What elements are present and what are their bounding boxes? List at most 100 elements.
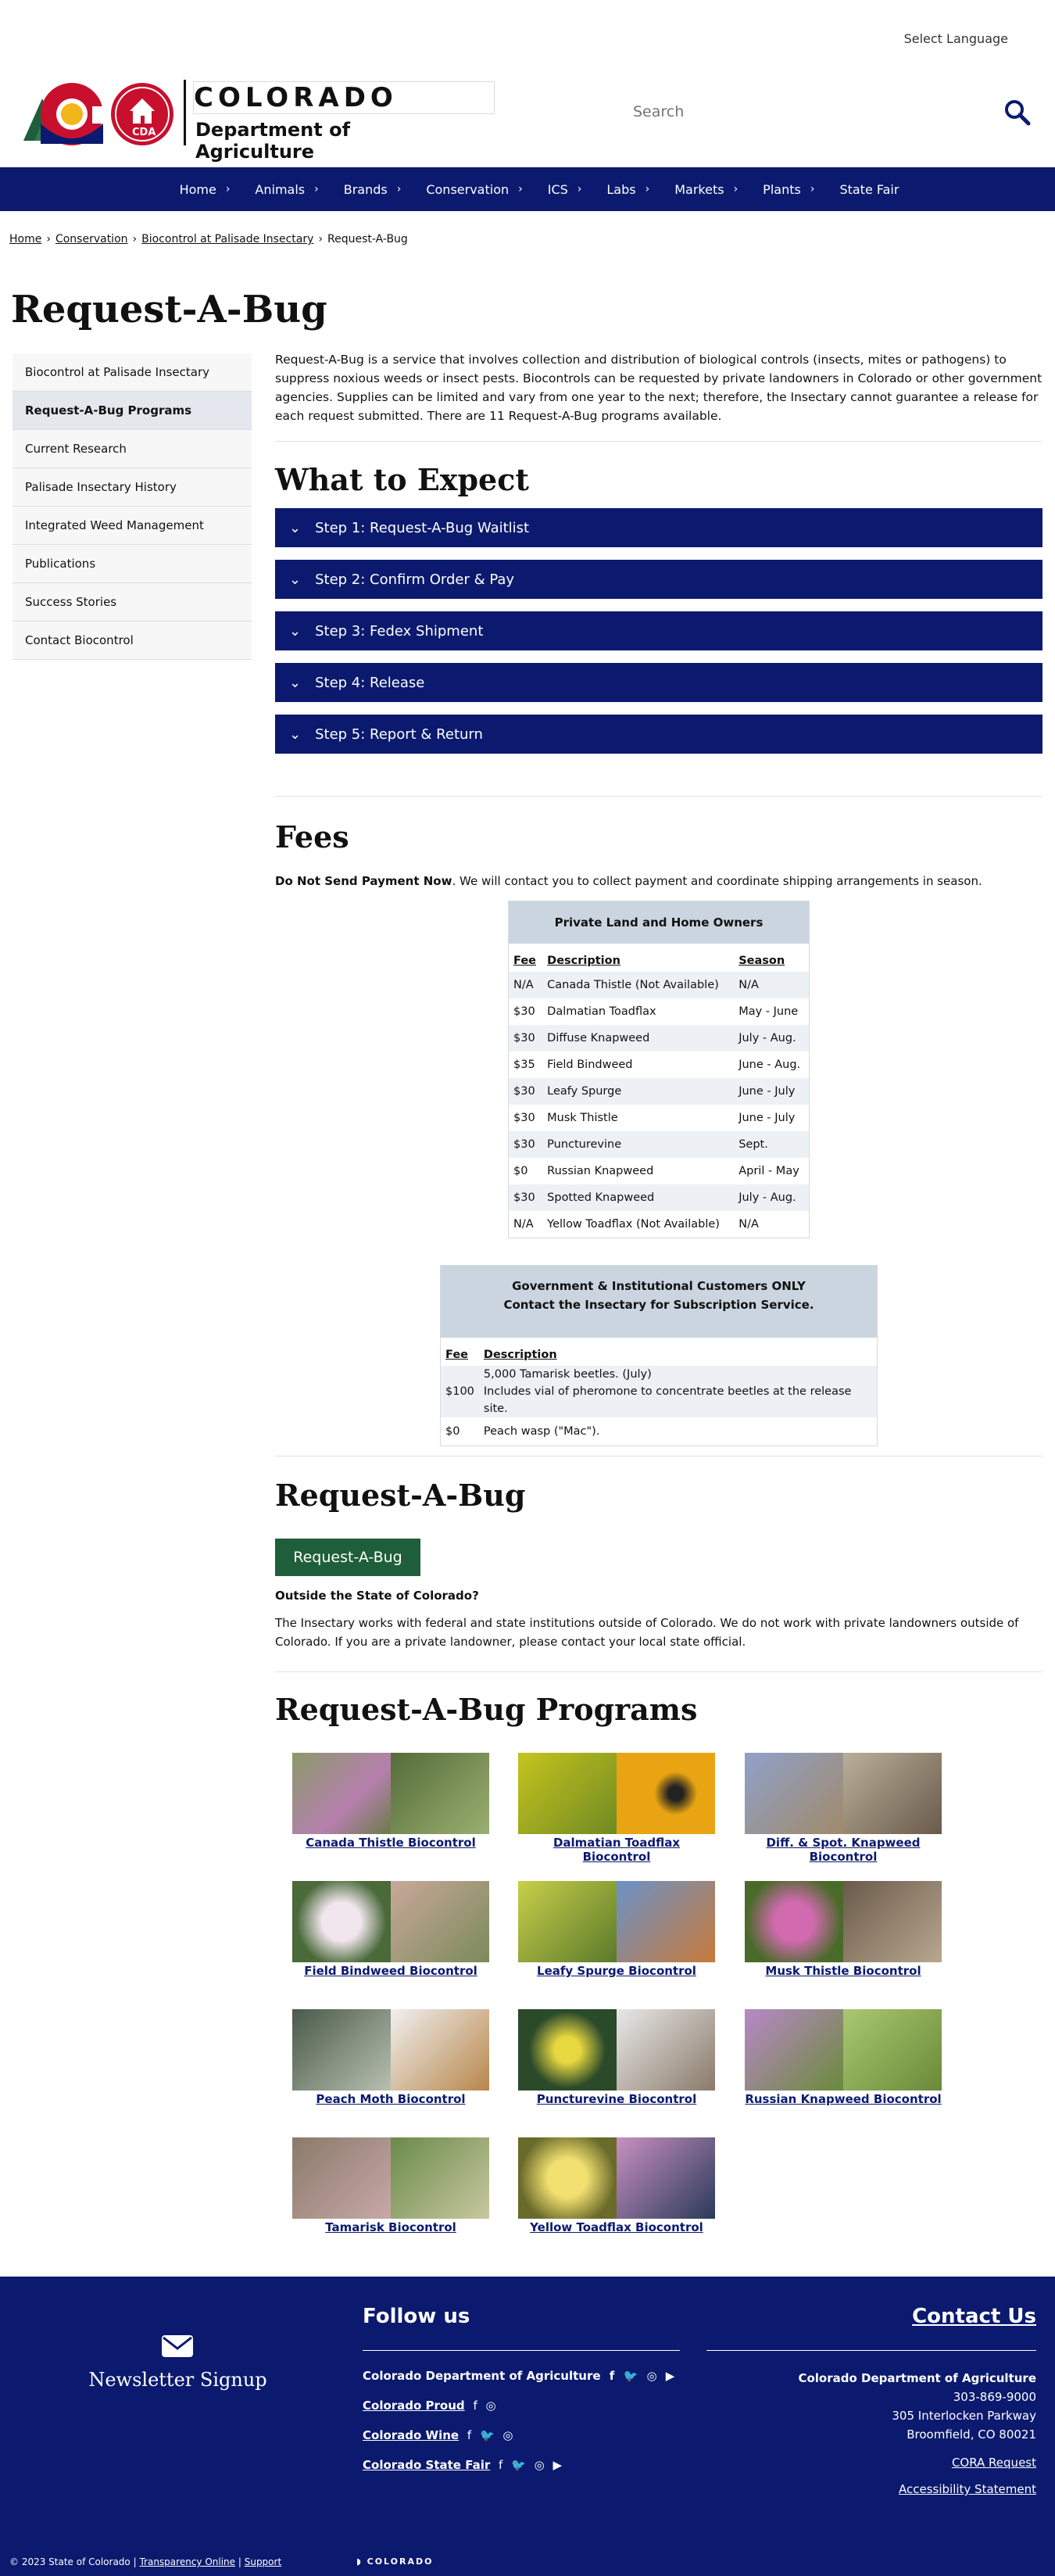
- breadcrumb-biocontrol[interactable]: Biocontrol at Palisade Insectary: [141, 233, 313, 245]
- accordion-step-1[interactable]: ⌄ Step 1: Request-A-Bug Waitlist: [275, 508, 1042, 547]
- instagram-icon[interactable]: ◎: [486, 2399, 496, 2413]
- breadcrumb-conservation[interactable]: Conservation: [55, 233, 128, 245]
- nav-state-fair[interactable]: State Fair: [839, 182, 899, 197]
- youtube-icon[interactable]: ▶: [553, 2458, 562, 2472]
- program-link[interactable]: Diff. & Spot. Knapweed Biocontrol: [745, 1836, 942, 1864]
- table-row: $30 Puncturevine Sept.: [509, 1131, 809, 1158]
- accessibility-link[interactable]: Accessibility Statement: [798, 2480, 1036, 2499]
- program-card[interactable]: Leafy Spurge Biocontrol: [518, 1881, 715, 1978]
- nav-label: State Fair: [839, 181, 899, 197]
- accordion-step-4[interactable]: ⌄ Step 4: Release: [275, 663, 1042, 702]
- cora-link[interactable]: CORA Request: [798, 2453, 1036, 2472]
- program-link[interactable]: Puncturevine Biocontrol: [518, 2092, 715, 2106]
- program-card[interactable]: Peach Moth Biocontrol: [292, 2009, 489, 2106]
- sidebar-item-success[interactable]: Success Stories: [13, 583, 252, 622]
- social-link[interactable]: Colorado Proud: [363, 2399, 465, 2413]
- table-row: $35 Field Bindweed June - Aug.: [509, 1052, 809, 1078]
- table-cell: N/A: [738, 1218, 759, 1231]
- program-card[interactable]: Diff. & Spot. Knapweed Biocontrol: [745, 1753, 942, 1864]
- contact-us-link[interactable]: Contact Us: [912, 2305, 1036, 2328]
- program-card[interactable]: Yellow Toadflax Biocontrol: [518, 2137, 715, 2234]
- sidebar-item-biocontrol[interactable]: Biocontrol at Palisade Insectary: [13, 353, 252, 392]
- sidebar-item-research[interactable]: Current Research: [13, 430, 252, 468]
- sidebar-item-weed-management[interactable]: Integrated Weed Management: [13, 507, 252, 545]
- program-card[interactable]: Tamarisk Biocontrol: [292, 2137, 489, 2234]
- program-card[interactable]: Musk Thistle Biocontrol: [745, 1881, 942, 1978]
- sidebar-item-contact[interactable]: Contact Biocontrol: [13, 622, 252, 660]
- nav-ics[interactable]: ICS ›: [548, 182, 582, 197]
- program-image: [292, 1753, 489, 1834]
- accordion-step-5[interactable]: ⌄ Step 5: Report & Return: [275, 715, 1042, 754]
- accordion-step-2[interactable]: ⌄ Step 2: Confirm Order & Pay: [275, 560, 1042, 599]
- program-link[interactable]: Yellow Toadflax Biocontrol: [518, 2220, 715, 2234]
- nav-conservation[interactable]: Conservation ›: [426, 182, 522, 197]
- envelope-icon[interactable]: [161, 2333, 194, 2359]
- program-link[interactable]: Russian Knapweed Biocontrol: [745, 2092, 942, 2106]
- instagram-icon[interactable]: ◎: [502, 2428, 513, 2442]
- program-card[interactable]: Field Bindweed Biocontrol: [292, 1881, 489, 1978]
- instagram-icon[interactable]: ◎: [646, 2369, 656, 2383]
- program-link[interactable]: Canada Thistle Biocontrol: [292, 1836, 489, 1850]
- table-cell-line: Includes vial of pheromone to concentrat…: [483, 1385, 852, 1415]
- twitter-icon[interactable]: 🐦: [624, 2369, 638, 2383]
- program-image: [518, 2137, 715, 2219]
- table-cell: July - Aug.: [734, 1184, 809, 1211]
- program-link[interactable]: Peach Moth Biocontrol: [292, 2092, 489, 2106]
- facebook-icon[interactable]: f: [610, 2369, 615, 2383]
- social-row-proud: Colorado Proud f ◎: [363, 2399, 496, 2413]
- program-card[interactable]: Dalmatian Toadflax Biocontrol: [518, 1753, 715, 1864]
- program-card[interactable]: Puncturevine Biocontrol: [518, 2009, 715, 2106]
- youtube-icon[interactable]: ▶: [666, 2369, 675, 2383]
- search-input[interactable]: [617, 94, 992, 130]
- sidebar-item-history[interactable]: Palisade Insectary History: [13, 468, 252, 507]
- nav-home[interactable]: Home ›: [180, 182, 231, 197]
- program-card[interactable]: Russian Knapweed Biocontrol: [745, 2009, 942, 2106]
- colorado-c-logo-icon: [23, 83, 173, 145]
- table-header-season: Season: [738, 955, 785, 967]
- facebook-icon[interactable]: f: [473, 2399, 477, 2413]
- table-cell: Field Bindweed: [547, 1059, 633, 1071]
- social-link[interactable]: Colorado State Fair: [363, 2458, 490, 2472]
- nav-labs[interactable]: Labs ›: [606, 182, 649, 197]
- twitter-icon[interactable]: 🐦: [511, 2458, 526, 2472]
- main-nav: Home › Animals › Brands › Conservation › ICS…: [0, 167, 1055, 211]
- breadcrumb-current: Request-A-Bug: [327, 233, 408, 245]
- search-icon[interactable]: [1003, 99, 1032, 127]
- cda-logo[interactable]: CDA COLORADO Department of Agriculture: [23, 77, 495, 163]
- program-link[interactable]: Musk Thistle Biocontrol: [745, 1964, 942, 1978]
- chevron-right-icon: ›: [645, 183, 650, 195]
- program-link[interactable]: Tamarisk Biocontrol: [292, 2220, 489, 2234]
- contact-phone[interactable]: 303-869-9000: [798, 2388, 1036, 2406]
- language-select[interactable]: Select Language: [904, 31, 1008, 46]
- social-link[interactable]: Colorado Wine: [363, 2428, 459, 2442]
- divider: [275, 1671, 1042, 1672]
- sidebar-item-programs[interactable]: Request-A-Bug Programs: [13, 392, 252, 430]
- table-cell: Diffuse Knapweed: [542, 1025, 735, 1052]
- table-cell: $30: [513, 1112, 535, 1124]
- table-cell: Canada Thistle (Not Available): [542, 972, 735, 998]
- accordion-step-3[interactable]: ⌄ Step 3: Fedex Shipment: [275, 611, 1042, 650]
- program-link[interactable]: Leafy Spurge Biocontrol: [518, 1964, 715, 1978]
- breadcrumb: Home › Conservation › Biocontrol at Palisade…: [9, 233, 408, 245]
- facebook-icon[interactable]: f: [467, 2428, 471, 2442]
- table-cell: July - Aug.: [734, 1025, 809, 1052]
- support-link[interactable]: Support: [245, 2556, 281, 2567]
- nav-brands[interactable]: Brands ›: [344, 182, 402, 197]
- request-a-bug-button[interactable]: Request-A-Bug: [275, 1539, 420, 1576]
- table-header-fee: Fee: [445, 1349, 468, 1361]
- facebook-icon[interactable]: f: [499, 2458, 502, 2472]
- nav-animals[interactable]: Animals ›: [255, 182, 318, 197]
- nav-plants[interactable]: Plants ›: [763, 182, 814, 197]
- transparency-link[interactable]: Transparency Online: [139, 2556, 235, 2567]
- program-link[interactable]: Dalmatian Toadflax Biocontrol: [518, 1836, 715, 1864]
- twitter-icon[interactable]: 🐦: [480, 2428, 495, 2442]
- newsletter-signup[interactable]: Newsletter Signup: [0, 2369, 356, 2391]
- nav-markets[interactable]: Markets ›: [674, 182, 738, 197]
- breadcrumb-home[interactable]: Home: [9, 233, 41, 245]
- sidebar-item-publications[interactable]: Publications: [13, 545, 252, 583]
- program-link[interactable]: Field Bindweed Biocontrol: [292, 1964, 489, 1978]
- fees-note-text: . We will contact you to collect payment…: [452, 874, 982, 888]
- program-card[interactable]: Canada Thistle Biocontrol: [292, 1753, 489, 1850]
- instagram-icon[interactable]: ◎: [535, 2458, 545, 2472]
- chevron-right-icon: ›: [577, 183, 582, 195]
